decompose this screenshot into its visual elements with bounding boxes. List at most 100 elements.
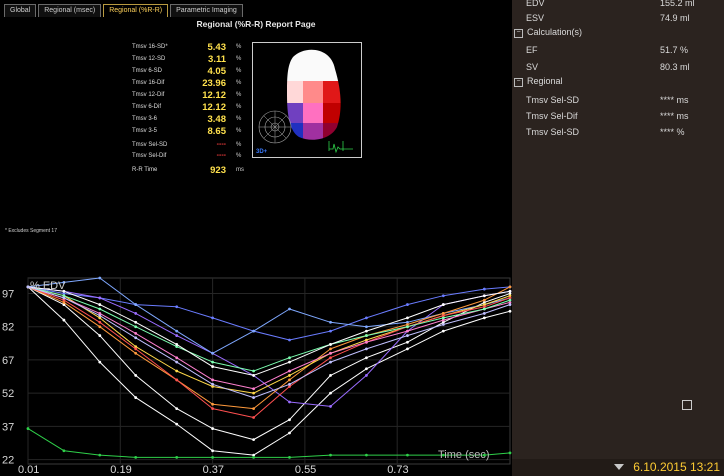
data-point [98,325,102,329]
collapse-icon[interactable]: − [514,29,523,38]
data-point [329,360,332,364]
data-point [62,296,66,300]
tab-regional-msec[interactable]: Regional (msec) [38,4,102,17]
checkbox[interactable] [682,400,692,410]
data-point [98,453,102,457]
y-tick-label: 67 [2,355,14,367]
data-point [288,338,291,342]
status-bar: 6.10.2015 13:21 [512,459,724,476]
metric-unit: % [236,116,242,122]
sv-label: SV [526,62,539,72]
y-tick-label: 82 [2,322,14,334]
data-point [211,365,214,368]
metric-value: 23.96 [202,78,226,89]
data-point [175,305,179,309]
metric-unit: % [236,92,242,98]
data-point [288,369,291,373]
series-line [27,286,511,390]
data-point [134,320,138,324]
sel-dif-label: Tmsv Sel-Dif [526,111,578,121]
y-tick-label: 52 [2,388,14,400]
data-point [288,400,291,404]
metric-value: 8.65 [207,126,227,137]
metric-unit: % [236,56,242,62]
data-point [252,407,256,411]
data-point [288,431,291,435]
data-point [134,455,138,459]
report-area: Global Regional (msec) Regional (%R-R) P… [0,0,512,476]
metric-unit: % [236,104,242,110]
data-point [175,455,179,459]
data-point [134,336,138,340]
data-point [365,334,368,337]
rr-time-unit: ms [236,167,244,173]
data-point [329,405,332,408]
data-point [288,374,291,377]
ef-label: EF [526,45,538,55]
data-point [288,356,291,360]
data-point [482,307,486,311]
data-point [329,374,332,377]
metric-unit: % [236,68,242,74]
data-point [175,369,179,373]
data-point [406,334,409,337]
data-point [365,374,368,377]
data-point [98,296,102,300]
data-point [175,343,179,346]
data-point [329,351,332,355]
tab-bar: Global Regional (msec) Regional (%R-R) P… [4,4,245,18]
metric-label: Tmsv 12-SD [132,56,166,62]
data-point [329,356,332,360]
lv-3d-model-viewport[interactable]: 3D+ [252,42,362,158]
data-point [508,309,512,313]
sv-value: 80.3 ml [660,62,690,72]
data-point [406,329,409,333]
plot-border [27,277,511,465]
data-point [482,312,486,315]
data-point [365,367,368,371]
model-mode-label: 3D+ [256,149,268,155]
ef-value: 51.7 % [660,45,689,55]
tab-regional-rr[interactable]: Regional (%R-R) [103,4,169,17]
collapse-icon[interactable]: − [514,78,523,87]
data-point [26,285,30,289]
data-point [98,360,102,364]
sel-sd-pct-label: Tmsv Sel-SD [526,127,580,137]
data-point [406,453,409,457]
volume-curve-chart[interactable]: 97 82 67 52 37 22 0.01 0.19 0.37 0.55 0.73 % EDV Tim… [0,276,512,476]
x-tick-label: 0.01 [18,464,39,476]
data-point [406,303,409,306]
x-tick-label: 0.19 [110,464,131,476]
metric-label: Tmsv 3-6 [132,116,158,122]
data-point [211,427,214,430]
data-point [508,451,512,455]
data-point [252,416,256,419]
tab-parametric-imaging[interactable]: Parametric Imaging [170,4,243,17]
y-tick-label: 22 [2,455,14,467]
regional-section-header[interactable]: − Regional [514,76,563,92]
data-point [175,422,179,426]
metric-unit: % [236,142,242,148]
x-tick-label: 0.73 [387,464,408,476]
data-point [175,329,179,333]
metric-label: Tmsv 12-Dif [132,92,165,98]
tab-global[interactable]: Global [4,4,37,17]
dropdown-arrow-icon[interactable] [614,464,624,470]
data-point [98,307,102,311]
data-point [252,391,256,395]
rr-time-label: R-R Time [132,167,158,173]
data-point [252,396,256,399]
data-point [211,378,214,382]
data-point [365,453,368,457]
data-point [329,347,332,351]
data-point [211,351,214,355]
y-tick-label: 37 [2,421,14,433]
data-point [98,276,102,280]
data-point [406,347,409,351]
esv-label: ESV [526,13,545,23]
footnote: * Excludes Segment 17 [5,228,57,234]
esv-value: 74.9 ml [660,13,690,23]
chart-svg: 97 82 67 52 37 22 0.01 0.19 0.37 0.55 0.73 % EDV Tim… [2,276,512,476]
calculations-section-header[interactable]: − Calculation(s) [514,27,582,43]
data-point [252,369,256,373]
